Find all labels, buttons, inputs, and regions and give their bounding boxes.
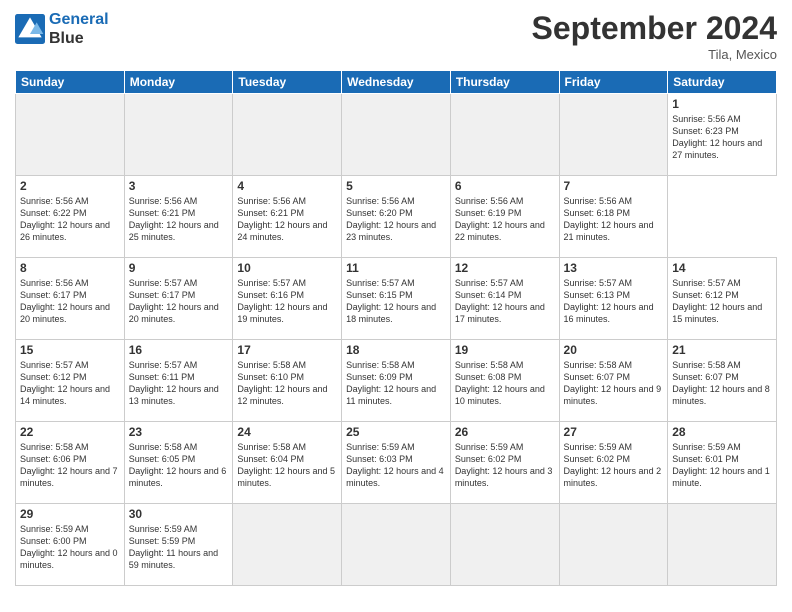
calendar-cell-19: 19Sunrise: 5:58 AMSunset: 6:08 PMDayligh…	[450, 340, 559, 422]
calendar-cell-empty	[16, 94, 125, 176]
month-title: September 2024	[532, 10, 777, 47]
calendar-header-row: SundayMondayTuesdayWednesdayThursdayFrid…	[16, 71, 777, 94]
calendar-cell-21: 21Sunrise: 5:58 AMSunset: 6:07 PMDayligh…	[668, 340, 777, 422]
logo-line1: General	[49, 11, 109, 28]
logo-text: General Blue	[49, 10, 109, 48]
col-header-wednesday: Wednesday	[342, 71, 451, 94]
calendar-row: 8Sunrise: 5:56 AMSunset: 6:17 PMDaylight…	[16, 258, 777, 340]
calendar-cell-empty	[668, 504, 777, 586]
calendar-cell-11: 11Sunrise: 5:57 AMSunset: 6:15 PMDayligh…	[342, 258, 451, 340]
col-header-saturday: Saturday	[668, 71, 777, 94]
calendar-cell-16: 16Sunrise: 5:57 AMSunset: 6:11 PMDayligh…	[124, 340, 233, 422]
calendar-cell-empty	[450, 504, 559, 586]
calendar-row: 2Sunrise: 5:56 AMSunset: 6:22 PMDaylight…	[16, 176, 777, 258]
calendar-cell-23: 23Sunrise: 5:58 AMSunset: 6:05 PMDayligh…	[124, 422, 233, 504]
calendar-cell-4: 4Sunrise: 5:56 AMSunset: 6:21 PMDaylight…	[233, 176, 342, 258]
title-block: September 2024 Tila, Mexico	[532, 10, 777, 62]
calendar-cell-7: 7Sunrise: 5:56 AMSunset: 6:18 PMDaylight…	[559, 176, 668, 258]
calendar-cell-14: 14Sunrise: 5:57 AMSunset: 6:12 PMDayligh…	[668, 258, 777, 340]
calendar-cell-3: 3Sunrise: 5:56 AMSunset: 6:21 PMDaylight…	[124, 176, 233, 258]
calendar-cell-27: 27Sunrise: 5:59 AMSunset: 6:02 PMDayligh…	[559, 422, 668, 504]
calendar-cell-12: 12Sunrise: 5:57 AMSunset: 6:14 PMDayligh…	[450, 258, 559, 340]
calendar-cell-empty	[342, 94, 451, 176]
calendar-cell-20: 20Sunrise: 5:58 AMSunset: 6:07 PMDayligh…	[559, 340, 668, 422]
calendar-cell-18: 18Sunrise: 5:58 AMSunset: 6:09 PMDayligh…	[342, 340, 451, 422]
calendar-cell-28: 28Sunrise: 5:59 AMSunset: 6:01 PMDayligh…	[668, 422, 777, 504]
calendar-cell-8: 8Sunrise: 5:56 AMSunset: 6:17 PMDaylight…	[16, 258, 125, 340]
calendar-cell-empty	[559, 504, 668, 586]
calendar-cell-17: 17Sunrise: 5:58 AMSunset: 6:10 PMDayligh…	[233, 340, 342, 422]
calendar-cell-25: 25Sunrise: 5:59 AMSunset: 6:03 PMDayligh…	[342, 422, 451, 504]
location: Tila, Mexico	[532, 47, 777, 62]
calendar-row: 29Sunrise: 5:59 AMSunset: 6:00 PMDayligh…	[16, 504, 777, 586]
logo-line2: Blue	[49, 29, 109, 48]
logo: General Blue	[15, 10, 109, 48]
calendar-cell-5: 5Sunrise: 5:56 AMSunset: 6:20 PMDaylight…	[342, 176, 451, 258]
logo-icon	[15, 14, 45, 44]
calendar-cell-empty	[233, 504, 342, 586]
calendar-cell-24: 24Sunrise: 5:58 AMSunset: 6:04 PMDayligh…	[233, 422, 342, 504]
calendar-cell-10: 10Sunrise: 5:57 AMSunset: 6:16 PMDayligh…	[233, 258, 342, 340]
col-header-thursday: Thursday	[450, 71, 559, 94]
calendar-row: 15Sunrise: 5:57 AMSunset: 6:12 PMDayligh…	[16, 340, 777, 422]
calendar-row: 1Sunrise: 5:56 AMSunset: 6:23 PMDaylight…	[16, 94, 777, 176]
calendar-cell-6: 6Sunrise: 5:56 AMSunset: 6:19 PMDaylight…	[450, 176, 559, 258]
calendar-row: 22Sunrise: 5:58 AMSunset: 6:06 PMDayligh…	[16, 422, 777, 504]
col-header-sunday: Sunday	[16, 71, 125, 94]
calendar-cell-29: 29Sunrise: 5:59 AMSunset: 6:00 PMDayligh…	[16, 504, 125, 586]
col-header-monday: Monday	[124, 71, 233, 94]
header: General Blue September 2024 Tila, Mexico	[15, 10, 777, 62]
calendar-table: SundayMondayTuesdayWednesdayThursdayFrid…	[15, 70, 777, 586]
calendar-cell-9: 9Sunrise: 5:57 AMSunset: 6:17 PMDaylight…	[124, 258, 233, 340]
calendar-cell-empty	[450, 94, 559, 176]
calendar-cell-1: 1Sunrise: 5:56 AMSunset: 6:23 PMDaylight…	[668, 94, 777, 176]
calendar-cell-empty	[342, 504, 451, 586]
calendar-cell-empty	[233, 94, 342, 176]
calendar-cell-26: 26Sunrise: 5:59 AMSunset: 6:02 PMDayligh…	[450, 422, 559, 504]
calendar-page: General Blue September 2024 Tila, Mexico…	[0, 0, 792, 612]
calendar-cell-15: 15Sunrise: 5:57 AMSunset: 6:12 PMDayligh…	[16, 340, 125, 422]
calendar-cell-empty	[124, 94, 233, 176]
calendar-cell-13: 13Sunrise: 5:57 AMSunset: 6:13 PMDayligh…	[559, 258, 668, 340]
col-header-tuesday: Tuesday	[233, 71, 342, 94]
calendar-cell-empty	[559, 94, 668, 176]
calendar-cell-22: 22Sunrise: 5:58 AMSunset: 6:06 PMDayligh…	[16, 422, 125, 504]
calendar-cell-2: 2Sunrise: 5:56 AMSunset: 6:22 PMDaylight…	[16, 176, 125, 258]
calendar-cell-30: 30Sunrise: 5:59 AMSunset: 5:59 PMDayligh…	[124, 504, 233, 586]
col-header-friday: Friday	[559, 71, 668, 94]
